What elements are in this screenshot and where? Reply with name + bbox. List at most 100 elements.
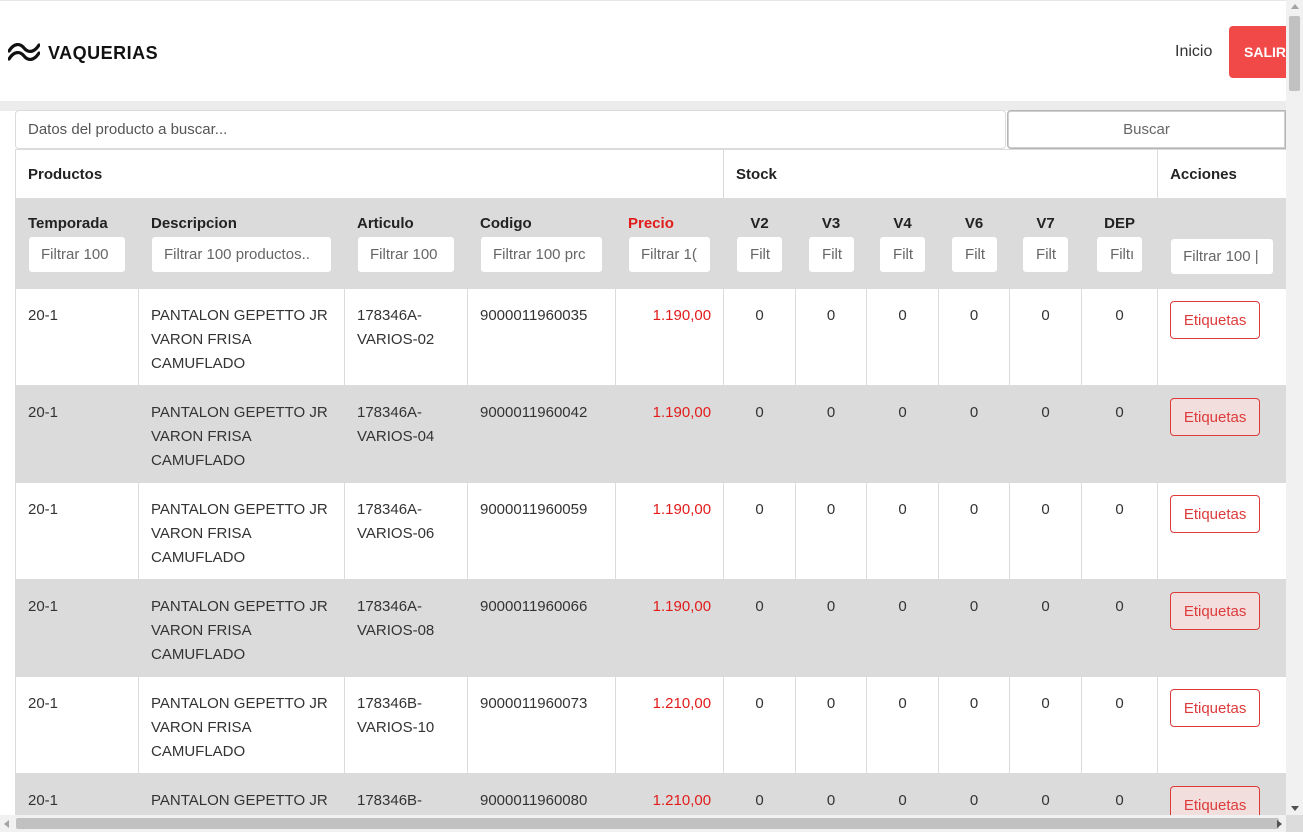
cell-v2: 0: [723, 482, 797, 580]
cell-codigo: 9000011960073: [467, 676, 616, 774]
cell-v4: 0: [866, 288, 940, 386]
group-acciones: Acciones: [1157, 149, 1288, 199]
cell-precio: 1.190,00: [614, 288, 725, 386]
filter-v7[interactable]: Filt: [1022, 236, 1070, 273]
cell-acciones: Etiquetas: [1157, 579, 1288, 677]
col-codigo[interactable]: Codigo Filtrar 100 prc: [467, 198, 616, 289]
cell-descripcion: PANTALON GEPETTO JR VARON FRISA CAMUFLAD…: [138, 482, 345, 580]
col-temporada-label: Temporada: [28, 215, 108, 232]
nav-link-inicio[interactable]: Inicio: [1175, 43, 1212, 61]
search-bar: Buscar: [15, 110, 1286, 149]
cell-articulo: 178346A-VARIOS-02: [344, 288, 468, 386]
scroll-down-arrow-icon[interactable]: [1291, 806, 1299, 811]
cell-v7: 0: [1009, 676, 1083, 774]
filter-dep[interactable]: Filtı: [1096, 236, 1144, 273]
group-stock: Stock: [723, 149, 1159, 199]
cell-temporada: 20-1: [15, 482, 139, 580]
cell-codigo: 9000011960042: [467, 385, 616, 483]
cell-v3: 0: [795, 385, 868, 483]
etiquetas-button[interactable]: Etiquetas: [1170, 398, 1261, 436]
col-v4[interactable]: V4 Filt: [866, 198, 940, 289]
col-v2-label: V2: [750, 215, 769, 232]
cell-precio: 1.190,00: [614, 385, 725, 483]
col-articulo[interactable]: Articulo Filtrar 100: [344, 198, 468, 289]
col-descripcion[interactable]: Descripcion Filtrar 100 productos..: [138, 198, 345, 289]
cell-acciones: Etiquetas: [1157, 385, 1288, 483]
scroll-left-arrow-icon[interactable]: [4, 820, 9, 828]
table-row: 20-1 PANTALON GEPETTO JR VARON FRISA CAMU…: [15, 385, 1288, 483]
col-v2[interactable]: V2 Filt: [723, 198, 797, 289]
col-dep[interactable]: DEP Filtı: [1081, 198, 1159, 289]
search-input[interactable]: [15, 110, 1006, 149]
cell-v6: 0: [938, 579, 1011, 677]
etiquetas-button[interactable]: Etiquetas: [1170, 592, 1261, 630]
col-v7[interactable]: V7 Filt: [1009, 198, 1083, 289]
etiquetas-button[interactable]: Etiquetas: [1170, 301, 1261, 339]
cell-v6: 0: [938, 385, 1011, 483]
cell-precio: 1.190,00: [614, 482, 725, 580]
cell-codigo: 9000011960066: [467, 579, 616, 677]
table-body: 20-1 PANTALON GEPETTO JR VARON FRISA CAMU…: [15, 288, 1288, 832]
cell-v6: 0: [938, 676, 1011, 774]
cell-descripcion: PANTALON GEPETTO JR VARON FRISA CAMUFLAD…: [138, 288, 345, 386]
filter-acciones[interactable]: Filtrar 100 |: [1170, 238, 1275, 275]
col-descripcion-label: Descripcion: [151, 215, 237, 232]
filter-v3[interactable]: Filt: [808, 236, 856, 273]
cell-dep: 0: [1081, 385, 1159, 483]
horizontal-scroll-thumb[interactable]: [16, 818, 1279, 829]
filter-codigo[interactable]: Filtrar 100 prc: [480, 236, 603, 273]
cell-v3: 0: [795, 482, 868, 580]
filter-v6[interactable]: Filt: [951, 236, 999, 273]
col-precio-label: Precio: [628, 215, 674, 232]
table-row: 20-1 PANTALON GEPETTO JR VARON FRISA CAMU…: [15, 288, 1288, 386]
cell-dep: 0: [1081, 579, 1159, 677]
cell-temporada: 20-1: [15, 385, 139, 483]
col-v3-label: V3: [821, 215, 841, 232]
search-button[interactable]: Buscar: [1007, 110, 1286, 149]
filter-descripcion[interactable]: Filtrar 100 productos..: [151, 236, 332, 273]
brand-name: VAQUERIAS: [48, 42, 159, 63]
col-v3[interactable]: V3 Filt: [795, 198, 868, 289]
filter-precio[interactable]: Filtrar 1(: [628, 236, 712, 273]
brand[interactable]: VAQUERIAS: [8, 39, 158, 67]
cell-temporada: 20-1: [15, 288, 139, 386]
cell-v4: 0: [866, 579, 940, 677]
filter-articulo[interactable]: Filtrar 100: [357, 236, 455, 273]
cell-v2: 0: [723, 676, 797, 774]
etiquetas-button[interactable]: Etiquetas: [1170, 495, 1261, 533]
filter-temporada[interactable]: Filtrar 100: [28, 236, 126, 273]
col-articulo-label: Articulo: [357, 215, 414, 232]
cell-dep: 0: [1081, 288, 1159, 386]
col-acciones: Filtrar 100 |: [1157, 198, 1288, 289]
cell-v4: 0: [866, 676, 940, 774]
cell-v6: 0: [938, 288, 1011, 386]
col-dep-label: DEP: [1104, 215, 1135, 232]
cell-v2: 0: [723, 579, 797, 677]
table-row: 20-1 PANTALON GEPETTO JR VARON FRISA CAMU…: [15, 482, 1288, 580]
cell-articulo: 178346B-VARIOS-10: [344, 676, 468, 774]
cell-v4: 0: [866, 385, 940, 483]
col-codigo-label: Codigo: [480, 215, 532, 232]
cell-codigo: 9000011960059: [467, 482, 616, 580]
cell-acciones: Etiquetas: [1157, 482, 1288, 580]
col-precio[interactable]: Precio Filtrar 1(: [614, 198, 725, 289]
cell-temporada: 20-1: [15, 676, 139, 774]
horizontal-scrollbar[interactable]: [0, 815, 1286, 832]
col-temporada[interactable]: Temporada Filtrar 100: [15, 198, 139, 289]
cell-v2: 0: [723, 288, 797, 386]
etiquetas-button[interactable]: Etiquetas: [1170, 689, 1261, 727]
filter-v2[interactable]: Filt: [736, 236, 784, 273]
table-row: 20-1 PANTALON GEPETTO JR VARON FRISA CAMU…: [15, 676, 1288, 774]
scroll-up-arrow-icon[interactable]: [1291, 4, 1299, 9]
scroll-right-arrow-icon[interactable]: [1277, 820, 1282, 828]
vertical-scrollbar[interactable]: [1286, 0, 1303, 815]
filter-v4[interactable]: Filt: [879, 236, 927, 273]
col-v4-label: V4: [893, 215, 912, 232]
table-row: 20-1 PANTALON GEPETTO JR VARON FRISA CAMU…: [15, 579, 1288, 677]
vertical-scroll-thumb[interactable]: [1289, 16, 1300, 91]
cell-articulo: 178346A-VARIOS-08: [344, 579, 468, 677]
col-v6[interactable]: V6 Filt: [938, 198, 1011, 289]
cell-descripcion: PANTALON GEPETTO JR VARON FRISA CAMUFLAD…: [138, 579, 345, 677]
salir-button[interactable]: SALIR: [1229, 26, 1286, 78]
cell-v6: 0: [938, 482, 1011, 580]
